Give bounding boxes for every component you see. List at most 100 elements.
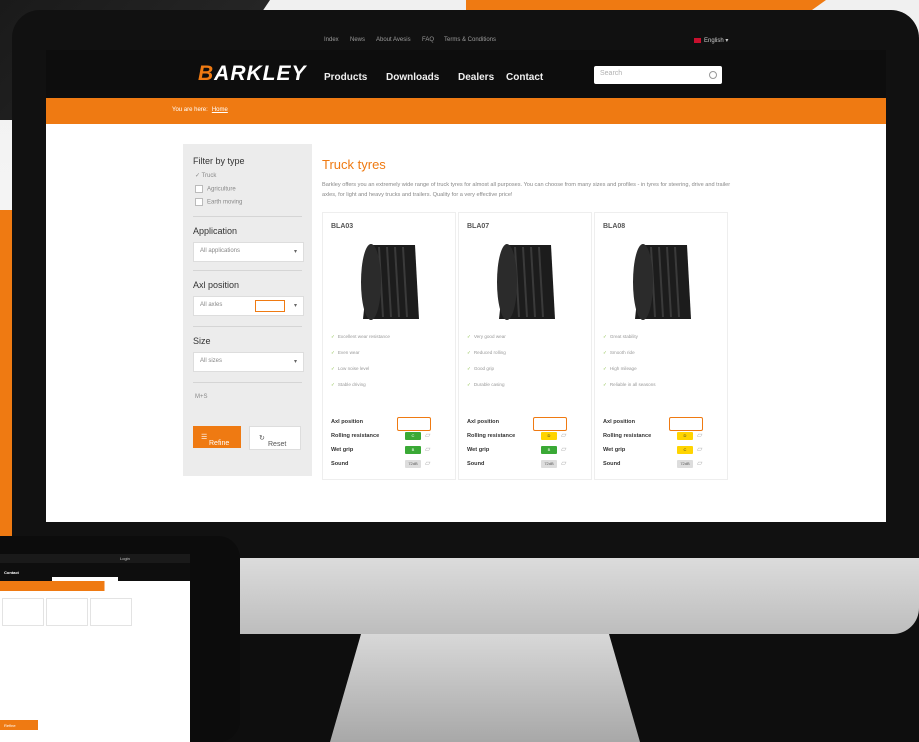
tablet-screen: Login Contact Refine: [0, 554, 190, 742]
product-mockup-scene: Index News About Avesis FAQ Terms & Cond…: [0, 0, 919, 742]
divider: [193, 382, 302, 383]
spec-axle-label: Axl position: [467, 419, 500, 425]
product-name: BLA07: [467, 223, 490, 230]
feature-item: ✓ Stable driving: [331, 382, 366, 387]
monitor-stand: [330, 634, 640, 742]
refine-button[interactable]: ☰ Refine: [193, 426, 241, 448]
chevron-down-icon: ▾: [293, 249, 297, 255]
language-label: English: [704, 38, 724, 44]
reset-label: Reset: [268, 441, 287, 448]
rolling-resistance-badge: D: [677, 432, 693, 440]
search-placeholder: Search: [600, 70, 623, 77]
eu-label-icon: ▱: [561, 446, 567, 453]
axle-position-heading: Axl position: [193, 280, 240, 290]
barkley-logo[interactable]: BARKLEY: [198, 62, 307, 86]
search-icon: [709, 71, 717, 79]
filter-type-earth-label: Earth moving: [207, 199, 243, 206]
axle-diagram-icon: [669, 417, 703, 431]
breadcrumb-bar: You are here: Home: [46, 98, 886, 124]
feature-item: ✓ Good grip: [467, 366, 495, 371]
size-select[interactable]: All sizes ▾: [193, 352, 304, 372]
feature-item: ✓ Very good wear: [467, 334, 506, 339]
spec-wet-label: Wet grip: [467, 447, 490, 453]
eu-label-icon: ▱: [425, 446, 431, 453]
spec-sound-label: Sound: [603, 461, 621, 467]
util-link-about[interactable]: About Avesis: [376, 37, 411, 43]
check-icon: ✓: [603, 334, 607, 339]
tablet-nav-contact[interactable]: Contact: [4, 570, 19, 575]
tablet-orange-bar: [0, 581, 190, 591]
check-icon: ✓: [467, 350, 471, 355]
rolling-resistance-badge: D: [541, 432, 557, 440]
spec-rolling-label: Rolling resistance: [603, 433, 652, 439]
util-link-index[interactable]: Index: [324, 37, 339, 43]
axle-diagram-icon: [533, 417, 567, 431]
rolling-resistance-badge: C: [405, 432, 421, 440]
check-icon: ✓: [331, 382, 335, 387]
feature-item: ✓ Great stability: [603, 334, 638, 339]
checkbox[interactable]: [195, 185, 203, 193]
application-select[interactable]: All applications ▾: [193, 242, 304, 262]
tablet-type-earth[interactable]: [90, 598, 132, 626]
filter-extra[interactable]: M+S: [195, 394, 208, 400]
page-title: Truck tyres: [322, 157, 386, 172]
filter-type-agriculture[interactable]: Agriculture: [195, 185, 236, 193]
tablet-refine-label: Refine: [4, 723, 16, 728]
divider: [193, 216, 302, 217]
feature-item: ✓ Smooth ride: [603, 350, 635, 355]
tablet-type-truck[interactable]: [2, 598, 44, 626]
product-name: BLA03: [331, 223, 354, 230]
flag-icon: [694, 37, 701, 43]
check-icon: ✓: [603, 382, 607, 387]
tablet-refine-button[interactable]: Refine: [0, 720, 38, 730]
nav-dealers[interactable]: Dealers: [458, 72, 494, 83]
spec-wet-label: Wet grip: [603, 447, 626, 453]
utility-bar: Index News About Avesis FAQ Terms & Cond…: [46, 34, 886, 50]
spec-rolling-label: Rolling resistance: [467, 433, 516, 439]
tablet-header: Contact: [0, 563, 190, 585]
util-link-terms[interactable]: Terms & Conditions: [444, 37, 496, 43]
nav-products[interactable]: Products: [324, 72, 367, 83]
breadcrumb-home-link[interactable]: Home: [212, 107, 228, 113]
spec-rolling-label: Rolling resistance: [331, 433, 380, 439]
check-icon: ✓: [603, 350, 607, 355]
nav-contact[interactable]: Contact: [506, 72, 543, 83]
feature-item: ✓ Durable casing: [467, 382, 505, 387]
filter-type-earth-moving[interactable]: Earth moving: [195, 198, 242, 206]
breadcrumb: You are here: Home: [172, 107, 228, 113]
util-link-faq[interactable]: FAQ: [422, 37, 434, 43]
spec-wet-label: Wet grip: [331, 447, 354, 453]
search-input[interactable]: Search: [594, 66, 722, 84]
product-card[interactable]: BLA07 ✓ Very good wear ✓ Reduced rolling ✓…: [458, 212, 592, 480]
reset-button[interactable]: ↻ Reset: [249, 426, 301, 450]
size-heading: Size: [193, 336, 211, 346]
language-selector[interactable]: English ▾: [694, 37, 728, 44]
sound-badge: 72dB: [677, 460, 693, 468]
feature-item: ✓ Reduced rolling: [467, 350, 506, 355]
filter-type-truck-label: Truck: [201, 173, 217, 179]
filter-type-truck[interactable]: ✓ Truck: [195, 172, 216, 179]
checkbox[interactable]: [195, 198, 203, 206]
axle-position-select[interactable]: All axles ▾: [193, 296, 304, 316]
filter-type-heading: Filter by type: [193, 156, 245, 166]
feature-item: ✓ High mileage: [603, 366, 637, 371]
eu-label-icon: ▱: [697, 460, 703, 467]
sound-badge: 72dB: [405, 460, 421, 468]
product-card[interactable]: BLA08 ✓ Great stability ✓ Smooth ride ✓ Hig…: [594, 212, 728, 480]
check-icon: ✓: [467, 366, 471, 371]
wet-grip-badge: B: [405, 446, 421, 454]
logo-text: ARKLEY: [214, 62, 307, 85]
check-icon: ✓: [467, 382, 471, 387]
nav-downloads[interactable]: Downloads: [386, 72, 439, 83]
spec-sound-label: Sound: [467, 461, 485, 467]
eu-label-icon: ▱: [697, 446, 703, 453]
check-icon: ✓: [331, 366, 335, 371]
feature-item: ✓ Reliable in all seasons: [603, 382, 656, 387]
tablet-lang[interactable]: Login: [120, 556, 130, 561]
check-icon: ✓: [603, 366, 607, 371]
util-link-news[interactable]: News: [350, 37, 365, 43]
tablet-type-agriculture[interactable]: [46, 598, 88, 626]
application-value: All applications: [200, 248, 241, 254]
size-value: All sizes: [200, 358, 223, 364]
product-card[interactable]: BLA03 ✓ Excellent wear resistance ✓ Even w…: [322, 212, 456, 480]
